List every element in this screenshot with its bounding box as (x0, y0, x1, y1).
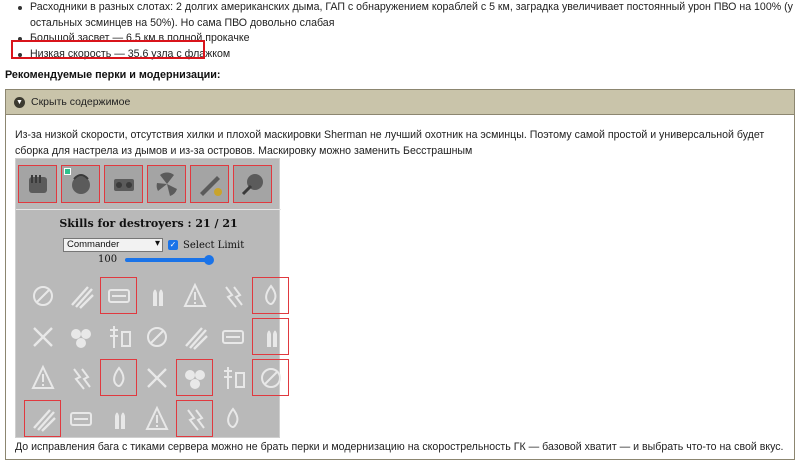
skill-slot[interactable] (100, 359, 137, 396)
skill-slot[interactable] (24, 400, 61, 437)
consumables-enhancements-icon (70, 328, 91, 348)
skill-slot[interactable] (62, 400, 99, 437)
radio-location-icon (114, 412, 125, 429)
skill-slot[interactable] (62, 318, 99, 355)
commander-row: Commander ✓ Select Limit (63, 238, 244, 252)
calc-divider (16, 209, 281, 210)
fire-prevention-icon (32, 326, 53, 347)
select-limit-checkbox[interactable]: ✓ (168, 240, 178, 250)
skill-slot[interactable] (24, 277, 61, 314)
priority-target-icon (224, 285, 243, 308)
skill-slot[interactable] (138, 359, 175, 396)
spoiler-toggle-label: Скрыть содержимое (31, 96, 131, 108)
skill-slot[interactable] (24, 318, 61, 355)
skill-slot[interactable] (252, 359, 289, 396)
upgrade-slot[interactable] (18, 165, 57, 203)
concealment-mod-icon (241, 174, 263, 196)
spoiler-text: Из-за низкой скорости, отсутствия хилки … (15, 129, 765, 157)
skill-slot[interactable] (100, 277, 137, 314)
grease-the-gears-icon (32, 285, 53, 306)
chevron-down-icon: ▼ (14, 96, 25, 108)
ap-shell-icon (182, 282, 207, 307)
skill-slot[interactable] (214, 359, 251, 396)
spoiler-toggle[interactable]: ▼ Скрыть содержимое (6, 90, 794, 115)
spoiler-block: ▼ Скрыть содержимое Из-за низкой скорост… (5, 89, 795, 460)
skill-slot[interactable] (100, 318, 137, 355)
skill-slot[interactable] (100, 400, 137, 437)
skill-slot[interactable] (176, 359, 213, 396)
he-shell-icon (152, 289, 163, 306)
skill-slot[interactable] (62, 277, 99, 314)
skill-slot[interactable] (138, 400, 175, 437)
bullet-consumables: Расходники в разных слотах: 2 долгих аме… (18, 0, 794, 31)
dazzle-icon (184, 326, 208, 350)
upgrade-slot[interactable] (147, 165, 186, 203)
skill-slot[interactable] (214, 277, 251, 314)
radio-warning-icon (186, 408, 205, 431)
vigilance-warning-icon (221, 329, 244, 344)
skill-slot[interactable] (176, 400, 213, 437)
highlight-box (11, 40, 205, 59)
skill-slot[interactable] (176, 277, 213, 314)
extra-heavy-ammo-icon (109, 325, 131, 348)
points-slider-row: 100 (98, 254, 215, 265)
skill-slot[interactable] (138, 318, 175, 355)
concealment-expert-icon (260, 367, 281, 388)
heavy-aa-icon (226, 406, 238, 428)
special-marker (64, 168, 71, 175)
skill-grid (24, 277, 289, 441)
skill-slot[interactable] (214, 400, 251, 437)
dead-eye-icon (144, 405, 169, 430)
propulsion-mod-icon (156, 172, 177, 196)
gun-reload-mod-icon (199, 176, 222, 196)
skill-slot[interactable] (252, 318, 289, 355)
skill-slot[interactable] (252, 277, 289, 314)
upgrade-row (18, 165, 272, 203)
last-stand-icon (107, 288, 130, 303)
steering-gear-icon (113, 179, 134, 191)
skill-slot[interactable] (176, 318, 213, 355)
fearless-brawler-icon (146, 367, 167, 388)
upgrade-slot[interactable] (104, 165, 143, 203)
adrenaline-rush-icon (223, 366, 245, 389)
main-battery-expert-icon (112, 365, 124, 387)
slider-thumb[interactable] (204, 254, 215, 265)
skill-slot[interactable] (214, 318, 251, 355)
upgrade-slot[interactable] (233, 165, 272, 203)
commander-select[interactable]: Commander (63, 238, 163, 252)
swift-fish-icon (72, 367, 91, 390)
demolition-expert-icon (146, 326, 167, 347)
survivability-expert-icon (266, 330, 277, 347)
incoming-fire-alert-icon (264, 283, 276, 305)
consumables-specialist-icon (70, 285, 94, 309)
upgrade-slot[interactable] (190, 165, 229, 203)
manual-aa-icon (32, 408, 56, 432)
select-limit-label: Select Limit (183, 239, 245, 251)
skills-title: Skills for destroyers : 21 / 21 (59, 217, 238, 230)
perks-heading: Рекомендуемые перки и модернизации: (5, 69, 221, 81)
upgrade-slot[interactable] (61, 165, 100, 203)
propulsion-repair-icon (69, 411, 92, 426)
skill-slot[interactable] (62, 359, 99, 396)
main-battery-mod-icon (28, 175, 47, 193)
skill-slot[interactable] (138, 277, 175, 314)
skill-calculator: Skills for destroyers : 21 / 21 Commande… (15, 158, 289, 438)
points-slider[interactable] (125, 254, 215, 265)
superintendent-icon (184, 369, 205, 389)
aa-defense-icon (30, 364, 55, 389)
spoiler-footer: До исправления бага с тиками сервера мож… (15, 441, 784, 453)
slider-value: 100 (98, 254, 118, 265)
skill-slot[interactable] (24, 359, 61, 396)
